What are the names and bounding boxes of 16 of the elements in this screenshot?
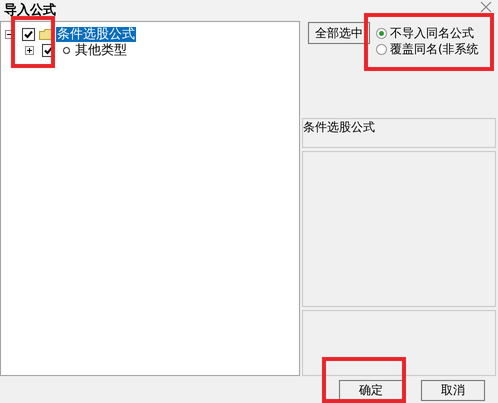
folder-icon xyxy=(39,28,52,40)
expand-icon[interactable] xyxy=(25,46,34,54)
radio-label: 覆盖同名(非系统 xyxy=(390,40,479,58)
checkbox[interactable] xyxy=(22,28,35,40)
close-icon[interactable] xyxy=(480,1,492,13)
tree-item[interactable]: 其他类型 xyxy=(74,42,128,58)
tree-item[interactable]: 条件选股公式 xyxy=(56,26,136,42)
circle-icon xyxy=(63,46,70,54)
highlight-frame xyxy=(11,16,55,68)
cancel-button[interactable]: 取消 xyxy=(421,380,485,401)
select-all-button[interactable]: 全部选中 xyxy=(308,22,370,44)
radio-button[interactable] xyxy=(376,28,387,38)
radio-label: 不导入同名公式 xyxy=(390,24,474,42)
window-title: 导入公式 xyxy=(4,2,56,19)
preview-title: 条件选股公式 xyxy=(302,118,496,148)
radio-button[interactable] xyxy=(376,44,387,54)
